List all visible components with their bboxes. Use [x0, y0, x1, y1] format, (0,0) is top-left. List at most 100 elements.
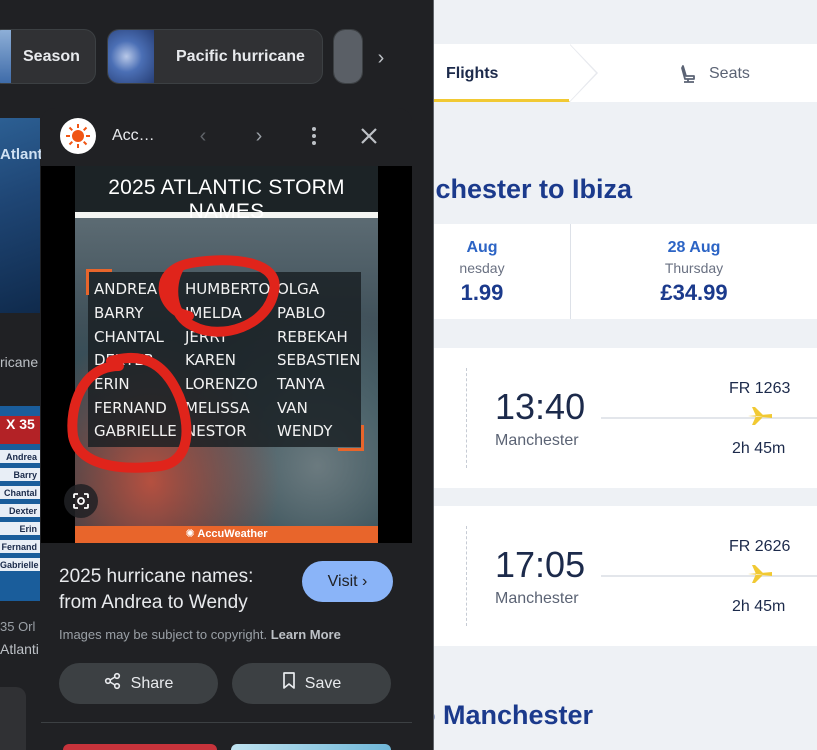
thumbnail-header-text: X 35	[6, 416, 35, 432]
share-button[interactable]: Share	[59, 663, 218, 704]
related-image-thumbnail[interactable]	[231, 744, 391, 750]
chip-label: Season	[23, 47, 80, 65]
card-divider	[466, 368, 467, 468]
storm-name: NESTOR	[185, 422, 247, 440]
flight-booking-page: Flights Seats nchester to Ibiza Aug nesd…	[434, 0, 817, 750]
fare-price: 1.99	[460, 280, 504, 305]
flight-card[interactable]: 13:40 Manchester FR 1263 2h 45m	[434, 348, 817, 488]
card-divider	[466, 526, 467, 626]
preview-image[interactable]: 2025 ATLANTIC STORM NAMES ANDREA BARRY C…	[41, 166, 412, 543]
fare-price: £34.99	[660, 280, 728, 305]
lens-icon[interactable]	[64, 484, 98, 518]
storm-name: IMELDA	[185, 304, 242, 322]
more-options-icon[interactable]	[299, 121, 329, 151]
save-label: Save	[304, 674, 342, 692]
storm-name: ERIN	[94, 375, 130, 393]
image-preview-panel: Acc… ‹ › 2025 ATLANTIC STORM NAMES ANDRE…	[41, 108, 412, 750]
departure-city: Manchester	[495, 432, 579, 449]
chevron-right-icon[interactable]: ›	[366, 44, 396, 74]
poster-footer: ✺ AccuWeather	[75, 526, 378, 543]
storm-name: WENDY	[277, 422, 333, 440]
result-card[interactable]	[0, 687, 26, 750]
flight-card[interactable]: 17:05 Manchester FR 2626 2h 45m	[434, 506, 817, 646]
weekday-label: Thursday	[664, 260, 724, 276]
frame-corner	[338, 425, 364, 451]
poster-title: 2025 ATLANTIC STORM NAMES	[108, 176, 345, 223]
active-step-indicator	[434, 99, 570, 102]
storm-name: SEBASTIEN	[277, 351, 361, 369]
save-button[interactable]: Save	[232, 663, 391, 704]
source-site-name[interactable]: Acc…	[112, 127, 155, 145]
poster-header: 2025 ATLANTIC STORM NAMES	[75, 166, 378, 223]
storm-name: JERRY	[185, 328, 228, 346]
departure-time: 17:05	[495, 544, 586, 585]
related-search-chip[interactable]: Season	[0, 29, 96, 84]
storm-name: GABRIELLE	[94, 422, 177, 440]
visit-button[interactable]: Visit ›	[302, 561, 393, 602]
related-image-thumbnail[interactable]	[63, 744, 217, 750]
chip-label: Pacific hurricane	[176, 47, 305, 65]
chevron-right-icon: ›	[362, 573, 368, 590]
storm-name: CHANTAL	[94, 328, 164, 346]
storm-name: REBEKAH	[277, 328, 348, 346]
result-title[interactable]: ricane	[0, 354, 38, 370]
step-flights[interactable]: Flights	[446, 65, 498, 83]
date-option[interactable]: Aug nesday 1.99	[434, 224, 570, 319]
thumbnail-name: Fernand	[0, 540, 40, 554]
thumbnail-text: Atlanti	[0, 146, 47, 163]
accuweather-logo[interactable]	[60, 118, 96, 154]
weekday-label: nesday	[459, 260, 505, 276]
seat-icon	[679, 65, 699, 83]
related-search-chip[interactable]	[333, 29, 363, 84]
thumbnail-name: Dexter	[0, 504, 40, 518]
thumbnail-header: X 35	[0, 416, 40, 444]
close-icon[interactable]	[354, 121, 384, 151]
result-source: 35 Orl	[0, 619, 36, 634]
result-title[interactable]: Atlanti	[0, 641, 39, 657]
date-label: Aug	[466, 239, 498, 256]
step-seats-label: Seats	[709, 65, 750, 82]
thumbnail-name: Erin	[0, 522, 40, 536]
chip-thumbnail	[108, 30, 154, 83]
thumbnail-name: Chantal	[0, 486, 40, 500]
departure-time: 13:40	[495, 386, 586, 427]
thumbnail-name: Gabrielle	[0, 558, 40, 572]
departure-city: Manchester	[495, 590, 579, 607]
storm-name: FERNAND	[94, 399, 167, 417]
learn-more-link[interactable]: Learn More	[271, 627, 341, 642]
storm-name: HUMBERTO	[185, 280, 271, 298]
date-selector: Aug nesday 1.99 28 Aug Thursday £34.99	[434, 224, 817, 319]
plane-icon	[747, 406, 773, 426]
visit-label: Visit	[327, 573, 358, 590]
outbound-route-title: nchester to Ibiza	[434, 174, 633, 204]
storm-name: TANYA	[277, 375, 325, 393]
plane-icon	[747, 564, 773, 584]
flight-duration: 2h 45m	[732, 440, 786, 457]
image-search-results: Season Pacific hurricane › Atlanti rican…	[0, 0, 434, 750]
image-caption[interactable]: 2025 hurricane names: from Andrea to Wen…	[59, 564, 289, 616]
route-line	[601, 575, 817, 577]
chip-thumbnail	[0, 30, 11, 83]
step-seats[interactable]: Seats	[679, 65, 750, 83]
share-icon	[104, 672, 122, 695]
storm-name: OLGA	[277, 280, 320, 298]
result-thumbnail[interactable]: X 35 Andrea Barry Chantal Dexter Erin Fe…	[0, 406, 40, 601]
storm-name: KAREN	[185, 351, 236, 369]
chip-thumbnail	[334, 30, 362, 83]
bookmark-icon	[282, 672, 296, 695]
split-divider[interactable]	[433, 0, 434, 750]
next-image-icon[interactable]: ›	[244, 121, 274, 151]
thumbnail-name: Andrea	[0, 450, 40, 464]
flight-number: FR 2626	[729, 538, 791, 555]
date-option[interactable]: 28 Aug Thursday £34.99	[571, 224, 817, 319]
result-thumbnail[interactable]: Atlanti	[0, 118, 47, 313]
storm-names-poster: 2025 ATLANTIC STORM NAMES ANDREA BARRY C…	[75, 166, 378, 543]
booking-steps-bar: Flights Seats	[434, 44, 817, 102]
step-separator-fill	[569, 44, 596, 102]
previous-image-icon[interactable]: ‹	[188, 121, 218, 151]
storm-name: BARRY	[94, 304, 144, 322]
poster-brand: AccuWeather	[197, 528, 268, 540]
copyright-notice: Images may be subject to copyright. Lear…	[59, 627, 341, 642]
related-search-chip[interactable]: Pacific hurricane	[107, 29, 323, 84]
share-label: Share	[130, 674, 174, 692]
